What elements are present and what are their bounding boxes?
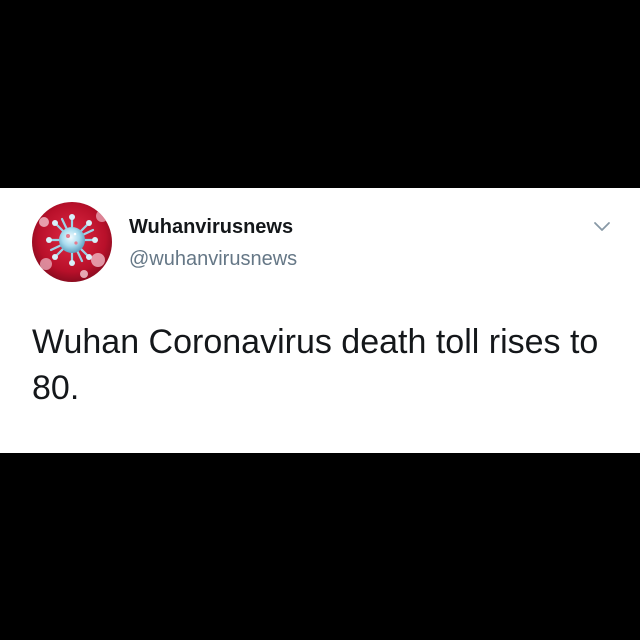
tweet-card[interactable]: Wuhanvirusnews @wuhanvirusnews Wuhan Cor… <box>0 188 640 453</box>
chevron-down-icon <box>594 222 610 231</box>
tweet-text: Wuhan Coronavirus death toll rises to 80… <box>32 323 599 407</box>
user-handle[interactable]: @wuhanvirusnews <box>129 248 297 271</box>
virus-icon <box>32 202 112 282</box>
tweet-menu-button[interactable] <box>590 218 614 236</box>
display-name[interactable]: Wuhanvirusnews <box>129 216 293 239</box>
avatar[interactable] <box>32 202 112 282</box>
